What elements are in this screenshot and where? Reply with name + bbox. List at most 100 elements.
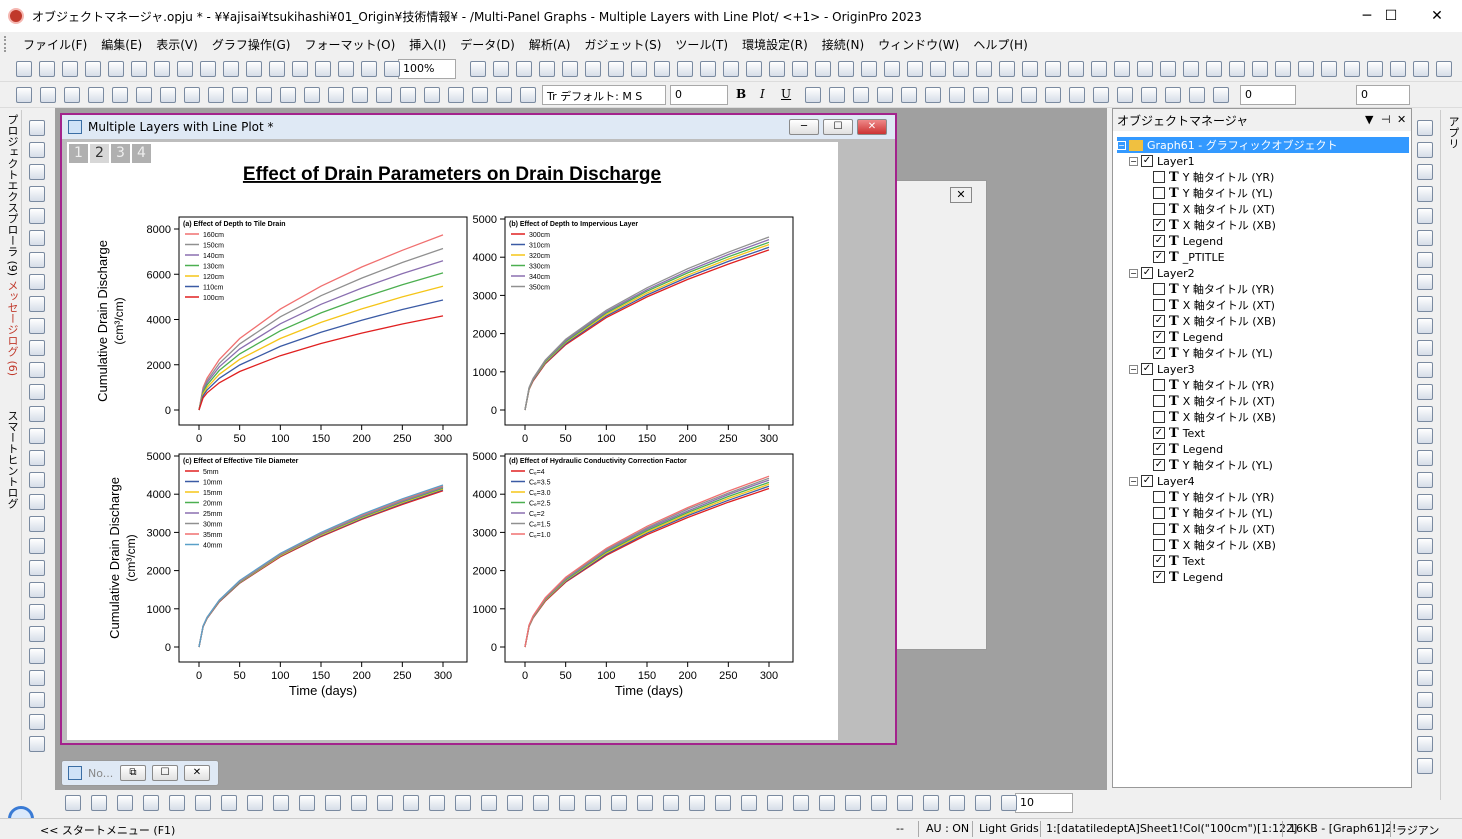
graph-minimize-button[interactable]: ─ <box>789 119 819 135</box>
tab-project-explorer[interactable]: プロジェクトエクスプローラ (9) <box>2 114 20 276</box>
tree-item[interactable]: ✓ T Y 軸タイトル (YL) <box>1153 457 1273 473</box>
tool-button[interactable] <box>29 560 45 576</box>
toolbar-button[interactable] <box>907 61 923 77</box>
toolbar-button[interactable] <box>953 61 969 77</box>
item-checkbox[interactable] <box>1153 187 1165 199</box>
menu-tools[interactable]: ツール(T) <box>668 36 735 53</box>
item-checkbox[interactable] <box>1153 283 1165 295</box>
origin-app-icon[interactable] <box>8 8 24 24</box>
bottom-toolbar-button[interactable] <box>1001 795 1017 811</box>
underline-button[interactable]: U <box>781 87 791 101</box>
bottom-toolbar-button[interactable] <box>949 795 965 811</box>
item-checkbox[interactable] <box>1153 171 1165 183</box>
item-checkbox[interactable]: ✓ <box>1153 443 1165 455</box>
format-toolbar-button[interactable] <box>232 87 248 103</box>
format-toolbar-button[interactable] <box>853 87 869 103</box>
format-toolbar-button[interactable] <box>520 87 536 103</box>
right-tool-button[interactable] <box>1417 648 1433 664</box>
layer-tab-3[interactable]: 3 <box>111 144 130 163</box>
toolbar-button[interactable] <box>16 61 32 77</box>
right-tool-button[interactable] <box>1417 626 1433 642</box>
toolbar-button[interactable] <box>1413 61 1429 77</box>
menu-edit[interactable]: 編集(E) <box>94 36 149 53</box>
right-tool-button[interactable] <box>1417 582 1433 598</box>
menu-connectivity[interactable]: 接続(N) <box>815 36 871 53</box>
toolbar-button[interactable] <box>62 61 78 77</box>
toolbar-button[interactable] <box>723 61 739 77</box>
multi-panel-chart[interactable]: Effect of Drain Parameters on Drain Disc… <box>67 142 838 740</box>
toolbar-button[interactable] <box>884 61 900 77</box>
bottom-toolbar-button[interactable] <box>273 795 289 811</box>
tool-button[interactable] <box>29 582 45 598</box>
right-tool-button[interactable] <box>1417 538 1433 554</box>
toolbar-button[interactable] <box>1160 61 1176 77</box>
tree-item[interactable]: TY 軸タイトル (YR) <box>1153 169 1274 185</box>
item-checkbox[interactable] <box>1153 539 1165 551</box>
format-toolbar-button[interactable] <box>208 87 224 103</box>
bottom-toolbar-button[interactable] <box>429 795 445 811</box>
tool-button[interactable] <box>29 120 45 136</box>
format-toolbar-button[interactable] <box>1117 87 1133 103</box>
tree-item[interactable]: ✓ T Y 軸タイトル (YL) <box>1153 345 1273 361</box>
toolbar-button[interactable] <box>631 61 647 77</box>
format-toolbar-button[interactable] <box>160 87 176 103</box>
line-width-select[interactable]: 0 <box>1240 85 1296 105</box>
toolbar-button[interactable] <box>1183 61 1199 77</box>
tool-button[interactable] <box>29 538 45 554</box>
right-tool-button[interactable] <box>1417 406 1433 422</box>
bottom-toolbar-button[interactable] <box>377 795 393 811</box>
format-toolbar-button[interactable] <box>376 87 392 103</box>
toolbar-button[interactable] <box>608 61 624 77</box>
toolbar-button[interactable] <box>861 61 877 77</box>
bottom-toolbar-button[interactable] <box>741 795 757 811</box>
format-toolbar-button[interactable] <box>352 87 368 103</box>
bottom-toolbar-button[interactable] <box>143 795 159 811</box>
tool-button[interactable] <box>29 384 45 400</box>
right-tool-button[interactable] <box>1417 516 1433 532</box>
menu-data[interactable]: データ(D) <box>453 36 522 53</box>
bottom-toolbar-button[interactable] <box>923 795 939 811</box>
toolbar-button[interactable] <box>1022 61 1038 77</box>
tree-layer-1[interactable]: − ✓ Layer1 <box>1129 153 1195 169</box>
tool-button[interactable] <box>29 164 45 180</box>
item-checkbox[interactable]: ✓ <box>1153 251 1165 263</box>
bottom-toolbar-button[interactable] <box>221 795 237 811</box>
collapse-icon[interactable]: − <box>1129 268 1138 278</box>
format-toolbar-button[interactable] <box>112 87 128 103</box>
bottom-toolbar-button[interactable] <box>455 795 471 811</box>
font-select[interactable]: Tr デフォルト: M S <box>542 85 666 105</box>
toolbar-button[interactable] <box>1298 61 1314 77</box>
toolbar-button[interactable] <box>700 61 716 77</box>
right-tool-button[interactable] <box>1417 714 1433 730</box>
italic-button[interactable]: I <box>760 87 765 101</box>
tool-button[interactable] <box>29 296 45 312</box>
tree-item[interactable]: TX 軸タイトル (XB) <box>1153 409 1276 425</box>
toolbar-button[interactable] <box>1367 61 1383 77</box>
toolbar-button[interactable] <box>361 61 377 77</box>
menu-view[interactable]: 表示(V) <box>149 36 205 53</box>
bottom-toolbar-button[interactable] <box>247 795 263 811</box>
format-toolbar-button[interactable] <box>472 87 488 103</box>
bold-button[interactable]: B <box>736 87 746 101</box>
bottom-toolbar-button[interactable] <box>793 795 809 811</box>
menu-help[interactable]: ヘルプ(H) <box>966 36 1034 53</box>
item-checkbox[interactable] <box>1153 203 1165 215</box>
bottom-toolbar-button[interactable] <box>351 795 367 811</box>
bottom-toolbar-button[interactable] <box>169 795 185 811</box>
tool-button[interactable] <box>29 318 45 334</box>
menu-gadgets[interactable]: ガジェット(S) <box>577 36 668 53</box>
right-tool-button[interactable] <box>1417 318 1433 334</box>
minimized-maximize-button[interactable]: ☐ <box>152 765 178 781</box>
tree-item[interactable]: TY 軸タイトル (YL) <box>1153 505 1273 521</box>
right-tool-button[interactable] <box>1417 208 1433 224</box>
right-tool-button[interactable] <box>1417 670 1433 686</box>
right-tool-button[interactable] <box>1417 252 1433 268</box>
panel-menu-icon[interactable]: ▼ <box>1365 113 1373 126</box>
format-toolbar-button[interactable] <box>328 87 344 103</box>
format-toolbar-button[interactable] <box>256 87 272 103</box>
format-toolbar-button[interactable] <box>448 87 464 103</box>
layer-checkbox[interactable]: ✓ <box>1141 155 1153 167</box>
tree-item[interactable]: ✓ T Legend <box>1153 233 1223 249</box>
layer-checkbox[interactable]: ✓ <box>1141 267 1153 279</box>
layer-checkbox[interactable]: ✓ <box>1141 363 1153 375</box>
